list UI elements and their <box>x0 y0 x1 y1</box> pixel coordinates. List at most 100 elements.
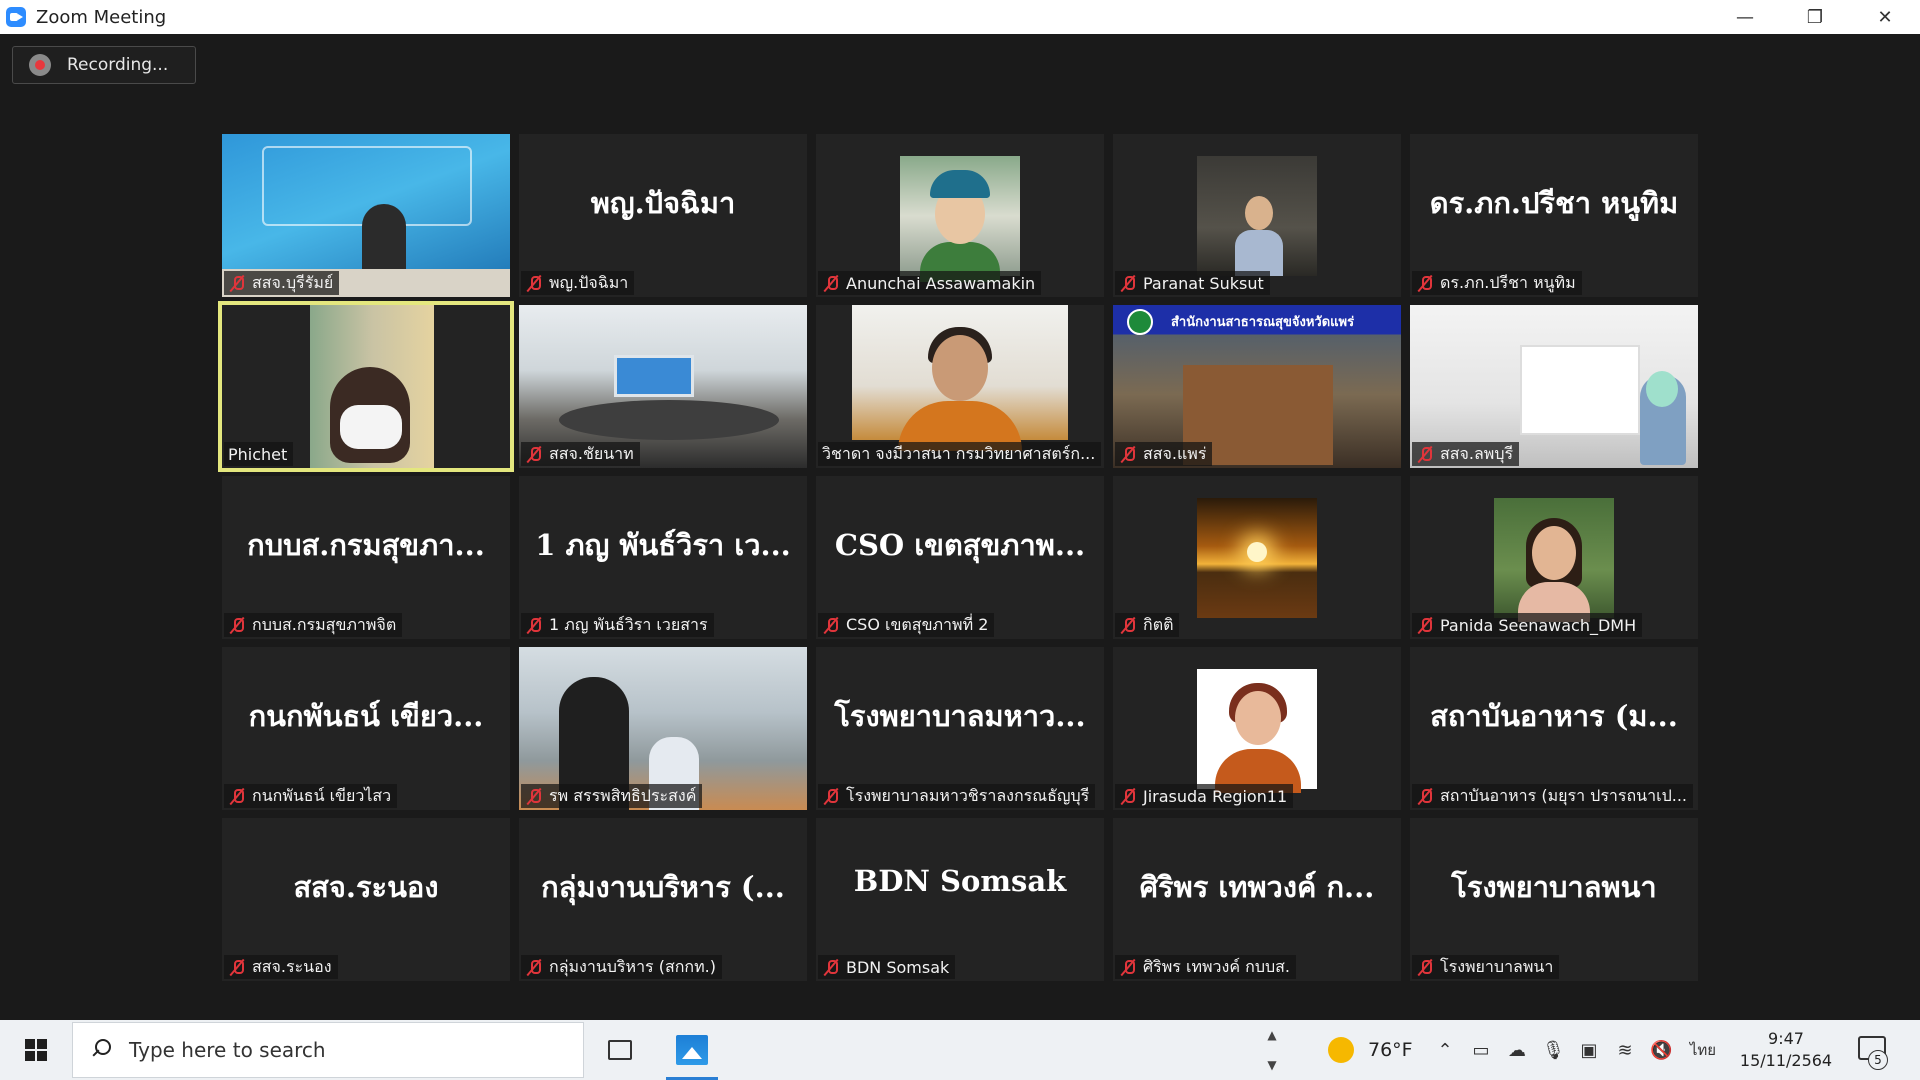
participant-tile[interactable]: กบบส.กรมสุขภา... กบบส.กรมสุขภาพจิต <box>222 476 510 639</box>
participant-name: โรงพยาบาลพนา <box>1440 956 1554 976</box>
participant-tile[interactable]: กนกพันธน์ เขียว... กนกพันธน์ เขียวไสว <box>222 647 510 810</box>
participant-tile[interactable]: Panida Seenawach_DMH <box>1410 476 1698 639</box>
wifi-icon[interactable]: ≋ <box>1614 1040 1636 1061</box>
participant-name-label: สถาบันอาหาร (มยุรา ปรารถนาเป... <box>1412 784 1693 808</box>
participant-name: Phichet <box>228 444 288 464</box>
participant-video <box>310 305 434 468</box>
participant-name-label: กนกพันธน์ เขียวไสว <box>224 784 398 808</box>
weather-widget[interactable]: 76°F <box>1328 1020 1413 1080</box>
participant-video <box>1197 498 1317 618</box>
mic-muted-icon <box>1416 445 1434 463</box>
participant-tile[interactable]: สสจ.บุรีรัมย์ <box>222 134 510 297</box>
participant-tile[interactable]: BDN Somsak BDN Somsak <box>816 818 1104 981</box>
participant-video <box>1197 669 1317 793</box>
participant-tile[interactable]: สสจ.ลพบุรี <box>1410 305 1698 468</box>
minimize-button[interactable]: — <box>1710 0 1780 34</box>
participant-name: Jirasuda Region11 <box>1143 786 1288 806</box>
participant-tile[interactable]: สถาบันอาหาร (ม... สถาบันอาหาร (มยุรา ปราร… <box>1410 647 1698 810</box>
microphone-icon[interactable]: 🎙 <box>1542 1040 1565 1061</box>
participant-tile[interactable]: วิชาดา จงมีวาสนา กรมวิทยาศาสตร์ก... <box>816 305 1104 468</box>
taskbar-photos-app[interactable] <box>656 1020 728 1080</box>
clock-time: 9:47 <box>1768 1029 1804 1048</box>
participant-tile[interactable]: พญ.ปัจฉิมา พญ.ปัจฉิมา <box>519 134 807 297</box>
participant-tile[interactable]: รพ สรรพสิทธิประสงค์ <box>519 647 807 810</box>
mic-muted-icon <box>1416 274 1434 292</box>
participant-display-name: สถาบันอาหาร (ม... <box>1430 699 1678 733</box>
participant-display-name: กบบส.กรมสุขภา... <box>247 528 485 562</box>
participant-tile[interactable]: โรงพยาบาลมหาว... โรงพยาบาลมหาวชิราลงกรณธั… <box>816 647 1104 810</box>
show-hidden-icons-icon[interactable]: ⌃ <box>1434 1040 1456 1061</box>
meet-now-icon[interactable]: ▭ <box>1470 1040 1492 1061</box>
chevron-up-icon[interactable]: ▲ <box>1267 1028 1276 1042</box>
window-controls: — ❐ ✕ <box>1710 0 1920 34</box>
temperature: 76°F <box>1368 1039 1413 1061</box>
participant-tile[interactable]: Anunchai Assawamakin <box>816 134 1104 297</box>
participant-tile[interactable]: สสจ.ชัยนาท <box>519 305 807 468</box>
participant-display-name: ศิริพร เทพวงค์ ก... <box>1139 870 1375 904</box>
participant-name-label: Phichet <box>224 442 294 466</box>
participant-name: สสจ.ชัยนาท <box>549 443 634 463</box>
participant-name: Panida Seenawach_DMH <box>1440 615 1637 635</box>
participant-tile[interactable]: Phichet <box>218 301 514 472</box>
taskbar-scroll[interactable]: ▲ ▼ <box>1262 1020 1282 1080</box>
participant-tile[interactable]: ดร.ภก.ปรีชา หนูทิม ดร.ภก.ปรีชา หนูทิม <box>1410 134 1698 297</box>
participant-tile[interactable]: สสจ.ระนอง สสจ.ระนอง <box>222 818 510 981</box>
clock-date: 15/11/2564 <box>1739 1051 1833 1070</box>
participant-name: สสจ.แพร่ <box>1143 443 1207 463</box>
participant-name-label: สสจ.ระนอง <box>224 955 338 979</box>
taskbar-search-box[interactable]: Type here to search <box>72 1022 584 1078</box>
participant-name-label: กิตติ <box>1115 613 1180 637</box>
mic-muted-icon <box>525 616 543 634</box>
participant-name-label: รพ สรรพสิทธิประสงค์ <box>521 784 703 808</box>
participant-name: รพ สรรพสิทธิประสงค์ <box>549 785 697 805</box>
participant-name: ศิริพร เทพวงค์ กบบส. <box>1143 956 1290 976</box>
participant-name: สถาบันอาหาร (มยุรา ปรารถนาเป... <box>1440 785 1687 805</box>
participant-name: กบบส.กรมสุขภาพจิต <box>252 614 397 634</box>
cloud-sync-icon[interactable]: ☁ <box>1506 1040 1528 1061</box>
participant-video <box>1494 498 1614 622</box>
restore-button[interactable]: ❐ <box>1780 0 1850 34</box>
participant-gallery: สสจ.บุรีรัมย์ พญ.ปัจฉิมา พญ.ปัจฉิมา Anuncha… <box>218 134 1698 981</box>
window-title: Zoom Meeting <box>36 6 167 28</box>
participant-name: 1 ภญ พันธ์วิรา เวยสาร <box>549 614 708 634</box>
mic-muted-icon <box>1119 445 1137 463</box>
taskbar-clock[interactable]: 9:47 15/11/2564 <box>1736 1028 1836 1072</box>
participant-name: Paranat Suksut <box>1143 273 1264 293</box>
mic-muted-icon <box>228 958 246 976</box>
start-button[interactable] <box>0 1020 72 1080</box>
participant-tile[interactable]: โรงพยาบาลพนา โรงพยาบาลพนา <box>1410 818 1698 981</box>
participant-tile[interactable]: Paranat Suksut <box>1113 134 1401 297</box>
language-indicator[interactable]: ไทย <box>1686 1038 1720 1062</box>
participant-tile[interactable]: Jirasuda Region11 <box>1113 647 1401 810</box>
participant-tile[interactable]: ศิริพร เทพวงค์ ก... ศิริพร เทพวงค์ กบบส. <box>1113 818 1401 981</box>
search-placeholder: Type here to search <box>129 1038 326 1062</box>
participant-video <box>1197 156 1317 276</box>
task-view-button[interactable] <box>584 1020 656 1080</box>
participant-name: โรงพยาบาลมหาวชิราลงกรณธัญบุรี <box>846 785 1090 805</box>
participant-name: กลุ่มงานบริหาร (สกกท.) <box>549 956 716 976</box>
participant-tile[interactable]: CSO เขตสุขภาพ... CSO เขตสุขภาพที่ 2 <box>816 476 1104 639</box>
chevron-down-icon[interactable]: ▼ <box>1267 1058 1276 1072</box>
mic-muted-icon <box>1416 616 1434 634</box>
participant-tile[interactable]: 1 ภญ พันธ์วิรา เว... 1 ภญ พันธ์วิรา เวยสา… <box>519 476 807 639</box>
participant-name-label: Anunchai Assawamakin <box>818 271 1042 295</box>
participant-tile[interactable]: สำนักงานสาธารณสุขจังหวัดแพร่ สสจ.แพร่ <box>1113 305 1401 468</box>
recording-indicator[interactable]: Recording... <box>12 46 196 84</box>
speaker-muted-icon[interactable]: 🔇 <box>1650 1040 1672 1061</box>
participant-name-label: ศิริพร เทพวงค์ กบบส. <box>1115 955 1296 979</box>
participant-display-name: BDN Somsak <box>853 864 1067 898</box>
close-button[interactable]: ✕ <box>1850 0 1920 34</box>
mic-muted-icon <box>1416 787 1434 805</box>
participant-name: สสจ.บุรีรัมย์ <box>252 272 334 292</box>
participant-name-label: วิชาดา จงมีวาสนา กรมวิทยาศาสตร์ก... <box>818 442 1102 466</box>
display-icon[interactable]: ▣ <box>1578 1040 1600 1061</box>
participant-name: Anunchai Assawamakin <box>846 273 1036 293</box>
participant-name-label: กลุ่มงานบริหาร (สกกท.) <box>521 955 722 979</box>
participant-display-name: กนกพันธน์ เขียว... <box>248 699 484 733</box>
mic-muted-icon <box>1119 958 1137 976</box>
participant-tile[interactable]: กิตติ <box>1113 476 1401 639</box>
mic-muted-icon <box>822 787 840 805</box>
participant-name: พญ.ปัจฉิมา <box>549 272 629 292</box>
participant-name: CSO เขตสุขภาพที่ 2 <box>846 614 989 634</box>
participant-tile[interactable]: กลุ่มงานบริหาร (... กลุ่มงานบริหาร (สกกท.… <box>519 818 807 981</box>
